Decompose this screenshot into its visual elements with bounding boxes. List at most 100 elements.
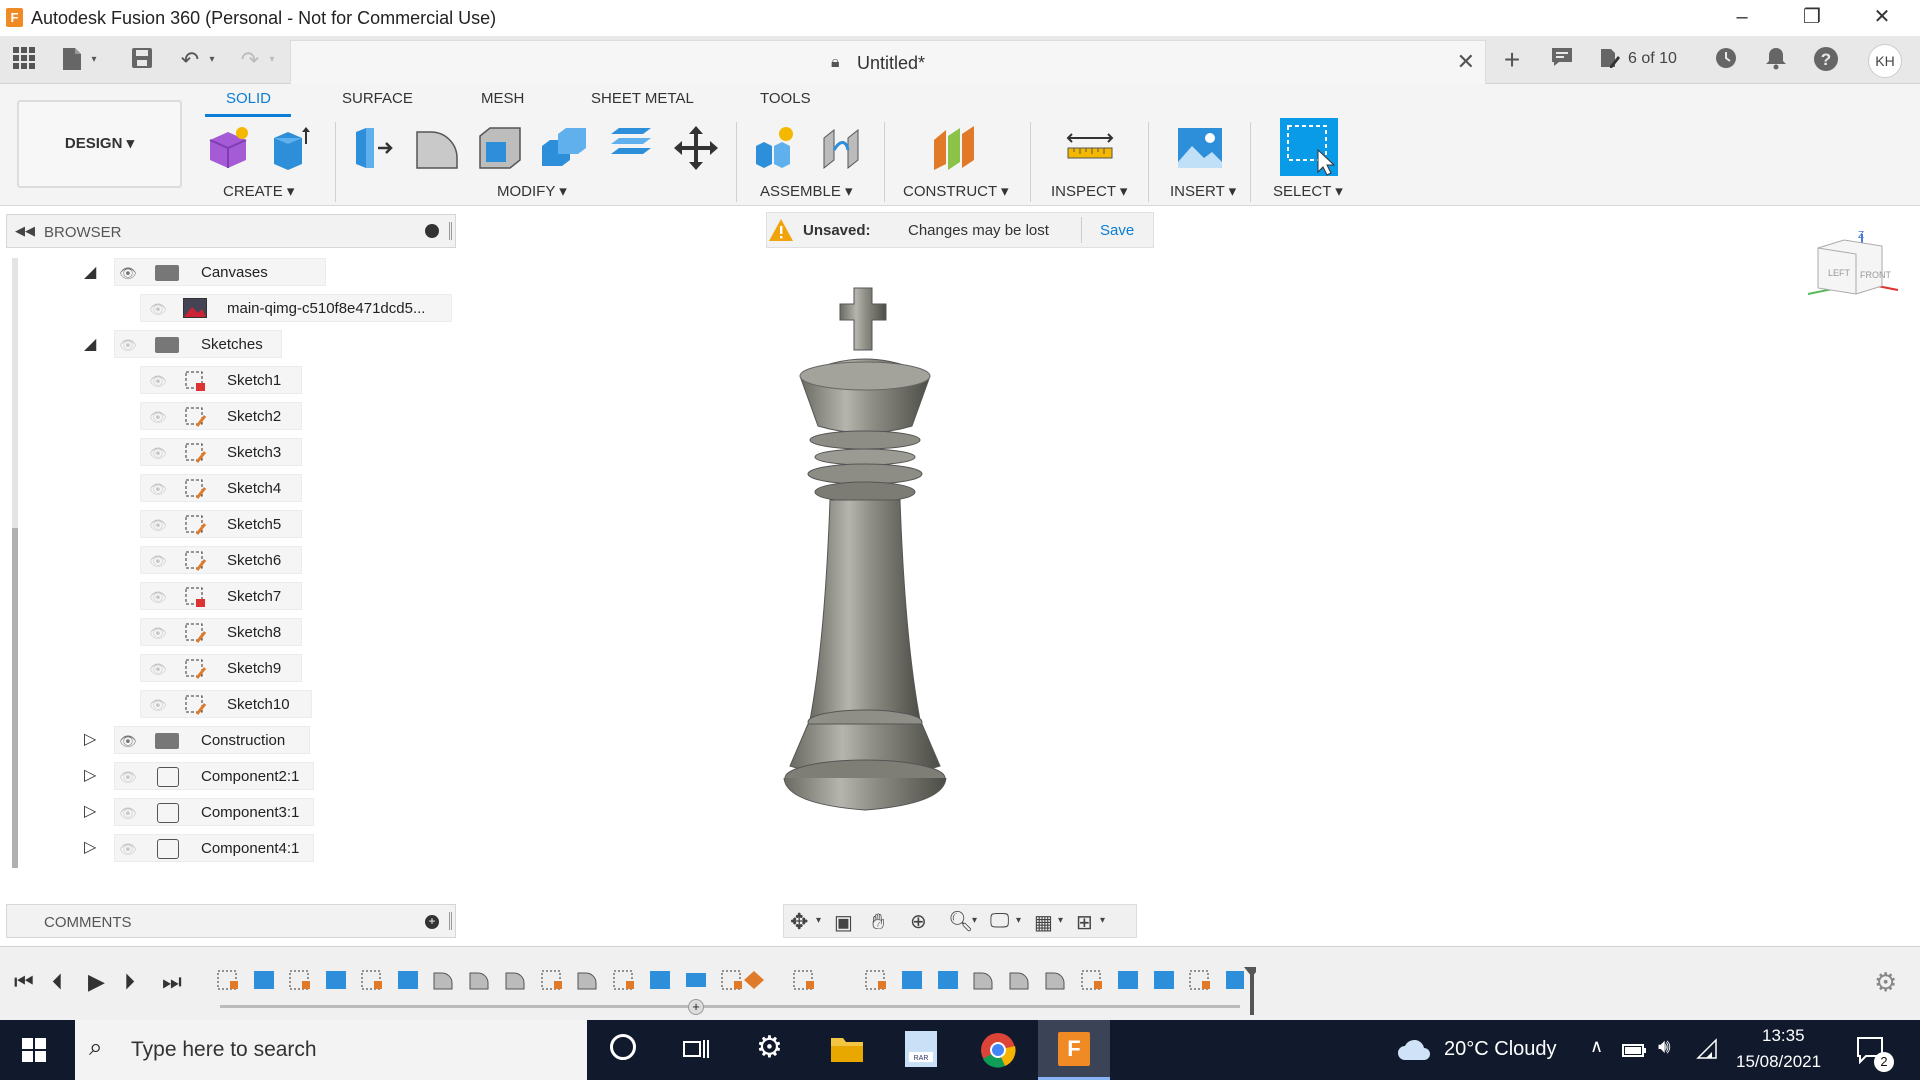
select-group-label[interactable]: SELECT ▾ bbox=[1273, 182, 1343, 200]
file-menu-icon[interactable] bbox=[58, 46, 86, 74]
select-tool-icon[interactable] bbox=[1280, 118, 1338, 176]
browser-sketch-item[interactable]: 👁︎ Sketch2 bbox=[140, 402, 302, 430]
look-at-icon[interactable]: ▣ bbox=[834, 910, 853, 935]
viewcube-left-label[interactable]: LEFT bbox=[1828, 268, 1851, 278]
save-link[interactable]: Save bbox=[1100, 222, 1134, 239]
redo-dropdown-icon[interactable]: ▾ bbox=[264, 46, 280, 74]
hidden-eye-icon[interactable]: 👁︎ bbox=[119, 769, 141, 785]
browser-component-item[interactable]: 👁︎ Component2:1 bbox=[114, 762, 314, 790]
timeline-add-icon[interactable]: + bbox=[688, 999, 704, 1015]
combine-icon[interactable] bbox=[540, 124, 588, 172]
file-dropdown-icon[interactable]: ▾ bbox=[86, 46, 102, 74]
construct-group-label[interactable]: CONSTRUCT ▾ bbox=[903, 182, 1009, 200]
hidden-eye-icon[interactable]: 👁︎ bbox=[149, 445, 171, 461]
orbit-icon[interactable]: ✥ bbox=[790, 909, 808, 935]
tab-mesh[interactable]: MESH bbox=[481, 90, 524, 107]
step-back-icon[interactable]: ⏴︎ bbox=[52, 969, 63, 995]
weather-text[interactable]: 20°C Cloudy bbox=[1444, 1038, 1557, 1061]
fit-zoom-icon[interactable]: 🔍︎ bbox=[948, 909, 973, 934]
fillet-icon[interactable] bbox=[413, 124, 461, 172]
tab-tools[interactable]: TOOLS bbox=[760, 90, 811, 107]
hidden-eye-icon[interactable]: 👁︎ bbox=[149, 553, 171, 569]
document-tab[interactable]: 🔒︎ Untitled* ✕ bbox=[290, 40, 1486, 84]
visibility-eye-icon[interactable]: 👁︎ bbox=[119, 733, 141, 749]
clock-time[interactable]: 13:35 bbox=[1762, 1026, 1805, 1046]
press-pull-icon[interactable] bbox=[350, 124, 398, 172]
clock-date[interactable]: 15/08/2021 bbox=[1736, 1052, 1821, 1072]
play-icon[interactable]: ▶︎ bbox=[88, 969, 105, 995]
history-clock-icon[interactable] bbox=[1712, 46, 1740, 74]
timeline-settings-gear-icon[interactable]: ⚙︎ bbox=[1874, 967, 1897, 998]
browser-sketch-item[interactable]: 👁︎ Sketch8 bbox=[140, 618, 302, 646]
browser-sketch-item[interactable]: 👁︎ Sketch1 bbox=[140, 366, 302, 394]
hidden-eye-icon[interactable]: 👁︎ bbox=[119, 841, 141, 857]
settings-gear-icon[interactable]: ⚙︎ bbox=[756, 1030, 783, 1065]
job-status-comment-icon[interactable] bbox=[1548, 46, 1576, 74]
expand-construction-icon[interactable]: ▷ bbox=[84, 729, 96, 749]
expand-component-icon[interactable]: ▷ bbox=[84, 801, 96, 821]
chrome-icon[interactable] bbox=[980, 1032, 1016, 1068]
hidden-eye-icon[interactable]: 👁︎ bbox=[149, 661, 171, 677]
wifi-icon[interactable] bbox=[1696, 1038, 1720, 1060]
hidden-eye-icon[interactable]: 👁︎ bbox=[149, 409, 171, 425]
add-comment-icon[interactable]: + bbox=[425, 915, 439, 929]
move-copy-icon[interactable] bbox=[672, 124, 720, 172]
hidden-eye-icon[interactable]: 👁︎ bbox=[149, 697, 171, 713]
browser-sketch-item[interactable]: 👁︎ Sketch5 bbox=[140, 510, 302, 538]
hidden-eye-icon[interactable]: 👁︎ bbox=[119, 805, 141, 821]
workspace-switcher-button[interactable]: DESIGN ▾ bbox=[17, 100, 182, 188]
browser-sketch-item[interactable]: 👁︎ Sketch7 bbox=[140, 582, 302, 610]
insert-canvas-icon[interactable] bbox=[1176, 124, 1224, 172]
joint-icon[interactable] bbox=[818, 124, 866, 172]
browser-canvas-item[interactable]: 👁︎ main-qimg-c510f8e471dcd5... bbox=[140, 294, 452, 322]
browser-sketch-item[interactable]: 👁︎ Sketch4 bbox=[140, 474, 302, 502]
insert-group-label[interactable]: INSERT ▾ bbox=[1170, 182, 1236, 200]
browser-scrollbar-thumb[interactable] bbox=[12, 528, 18, 868]
tab-sheet-metal[interactable]: SHEET METAL bbox=[591, 90, 694, 107]
browser-drag-handle[interactable] bbox=[449, 222, 452, 240]
hidden-eye-icon[interactable]: 👁︎ bbox=[149, 625, 171, 641]
grid-dropdown-icon[interactable]: ▾ bbox=[1058, 915, 1063, 926]
volume-icon[interactable]: 🔊︎ bbox=[1658, 1036, 1671, 1059]
browser-sketch-item[interactable]: 👁︎ Sketch6 bbox=[140, 546, 302, 574]
viewports-icon[interactable]: ⊞ bbox=[1076, 910, 1093, 935]
display-dropdown-icon[interactable]: ▾ bbox=[1016, 915, 1021, 926]
tab-surface[interactable]: SURFACE bbox=[342, 90, 413, 107]
orbit-dropdown-icon[interactable]: ▾ bbox=[816, 915, 821, 926]
hidden-eye-icon[interactable]: 👁︎ bbox=[149, 481, 171, 497]
new-component-icon[interactable] bbox=[204, 124, 252, 172]
comments-drag-handle[interactable] bbox=[449, 912, 452, 930]
windows-start-icon[interactable] bbox=[22, 1038, 46, 1062]
hidden-eye-icon[interactable]: 👁︎ bbox=[149, 589, 171, 605]
hidden-eye-icon[interactable]: 👁︎ bbox=[149, 373, 171, 389]
zoom-dropdown-icon[interactable]: ▾ bbox=[972, 915, 977, 926]
notifications-bell-icon[interactable] bbox=[1762, 46, 1790, 74]
save-icon[interactable] bbox=[128, 46, 156, 74]
viewcube-front-label[interactable]: FRONT bbox=[1860, 270, 1891, 280]
restore-button[interactable]: ❐ bbox=[1782, 0, 1842, 36]
taskbar-search-box[interactable]: ⌕ Type here to search bbox=[75, 1020, 587, 1080]
offset-plane-icon[interactable] bbox=[930, 124, 978, 172]
expand-component-icon[interactable]: ▷ bbox=[84, 765, 96, 785]
grid-icon[interactable]: ▦ bbox=[1034, 910, 1053, 935]
help-icon[interactable]: ? bbox=[1812, 46, 1840, 74]
browser-folder-canvases[interactable]: 👁︎ Canvases bbox=[114, 258, 326, 286]
hidden-eye-icon[interactable]: 👁︎ bbox=[149, 301, 171, 317]
new-component-assemble-icon[interactable] bbox=[752, 124, 800, 172]
data-panel-grid-icon[interactable] bbox=[10, 46, 38, 74]
browser-folder-construction[interactable]: 👁︎ Construction bbox=[114, 726, 310, 754]
browser-sketch-item[interactable]: 👁︎ Sketch9 bbox=[140, 654, 302, 682]
measure-icon[interactable] bbox=[1066, 124, 1114, 172]
modify-group-label[interactable]: MODIFY ▾ bbox=[497, 182, 567, 200]
hidden-eye-icon[interactable]: 👁︎ bbox=[149, 517, 171, 533]
version-counter[interactable]: 6 of 10 bbox=[1628, 50, 1677, 68]
undo-icon[interactable]: ↶ bbox=[176, 46, 204, 74]
create-group-label[interactable]: CREATE ▾ bbox=[223, 182, 294, 200]
battery-icon[interactable] bbox=[1622, 1040, 1648, 1058]
browser-folder-sketches[interactable]: 👁︎ Sketches bbox=[114, 330, 282, 358]
new-tab-plus-icon[interactable]: + bbox=[1498, 46, 1526, 74]
tray-chevron-icon[interactable]: ∧ bbox=[1590, 1036, 1603, 1057]
zoom-icon[interactable]: ⊕ bbox=[910, 909, 927, 934]
browser-component-item[interactable]: 👁︎ Component4:1 bbox=[114, 834, 314, 862]
close-window-button[interactable]: ✕ bbox=[1852, 0, 1912, 36]
